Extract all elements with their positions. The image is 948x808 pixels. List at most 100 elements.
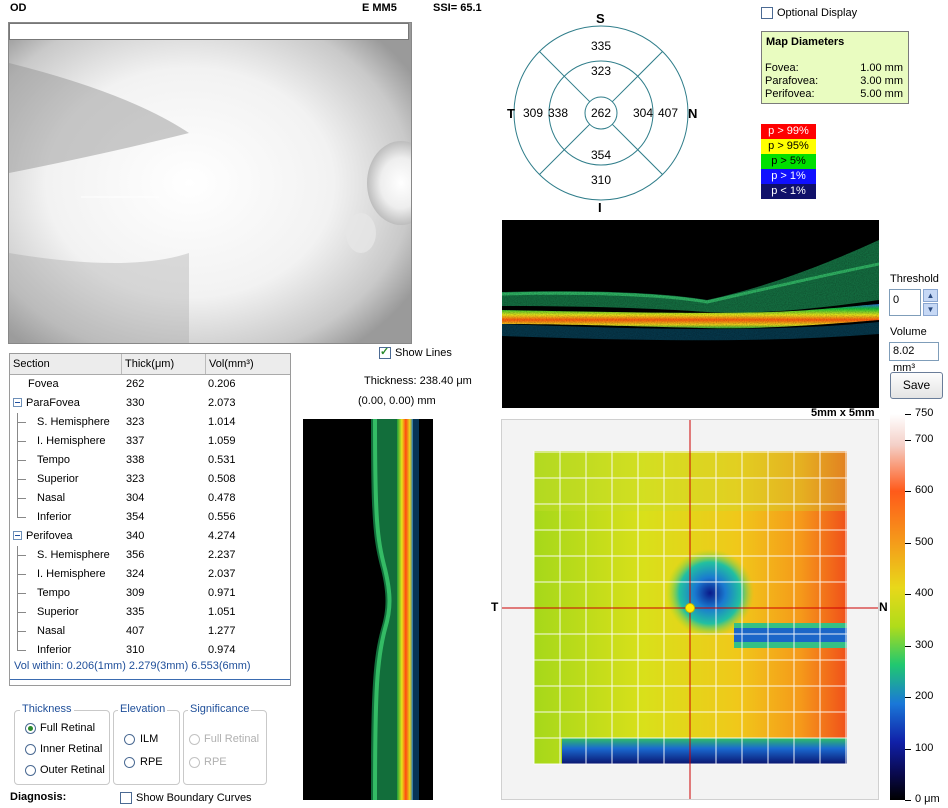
scale-tick bbox=[905, 542, 911, 544]
vertical-bscan-image[interactable] bbox=[303, 419, 433, 800]
row-section: Superior bbox=[37, 606, 79, 618]
optional-display-label: Optional Display bbox=[777, 7, 858, 19]
row-section: S. Hemisphere bbox=[37, 416, 110, 428]
row-thickness: 304 bbox=[126, 492, 145, 504]
table-row[interactable]: Perifovea 340 4.274 bbox=[10, 527, 290, 546]
etdrs-inner-nasal: 304 bbox=[633, 106, 654, 120]
threshold-spinner[interactable]: ▲ ▼ bbox=[923, 289, 938, 316]
etdrs-label-t: T bbox=[507, 106, 515, 121]
thickness-table[interactable]: Section Thick(μm) Vol(mm³) Fovea 262 0.206… bbox=[9, 353, 291, 686]
volume-field: 8.02 mm³ bbox=[889, 342, 939, 374]
fundus-image[interactable] bbox=[8, 22, 412, 344]
perifovea-value: 5.00 mm bbox=[860, 88, 903, 100]
map-nasal-label: N bbox=[879, 600, 888, 614]
col-thickness[interactable]: Thick(μm) bbox=[122, 354, 206, 374]
row-section: I. Hemisphere bbox=[37, 568, 106, 580]
table-row[interactable]: Tempo 309 0.971 bbox=[10, 584, 290, 603]
table-row[interactable]: Superior 335 1.051 bbox=[10, 603, 290, 622]
row-thickness: 309 bbox=[126, 587, 145, 599]
thickness-map[interactable] bbox=[501, 419, 879, 800]
table-row[interactable]: I. Hemisphere 337 1.059 bbox=[10, 432, 290, 451]
row-section: Perifovea bbox=[26, 530, 73, 542]
show-lines-label: Show Lines bbox=[395, 347, 452, 359]
coordinate-readout: (0.00, 0.00) mm bbox=[358, 395, 436, 407]
full-retinal-radio[interactable] bbox=[25, 723, 36, 734]
table-row[interactable]: Inferior 310 0.974 bbox=[10, 641, 290, 660]
fundus-title-bar bbox=[9, 23, 409, 40]
outer-retinal-radio[interactable] bbox=[25, 765, 36, 776]
legend-swatch: p > 5% bbox=[761, 154, 816, 169]
table-row[interactable]: I. Hemisphere 324 2.037 bbox=[10, 565, 290, 584]
etdrs-outer-temporal: 309 bbox=[523, 106, 544, 120]
map-temporal-label: T bbox=[491, 600, 499, 614]
etdrs-outer-inferior: 310 bbox=[591, 173, 612, 187]
col-volume[interactable]: Vol(mm³) bbox=[206, 354, 290, 374]
eye-label: OD bbox=[10, 2, 27, 14]
row-section: Superior bbox=[37, 473, 79, 485]
row-volume: 0.478 bbox=[208, 492, 236, 504]
scale-tick-label: 700 bbox=[915, 432, 934, 445]
threshold-input[interactable]: 0 bbox=[889, 289, 921, 316]
etdrs-outer-nasal: 407 bbox=[658, 106, 679, 120]
spin-up-icon[interactable]: ▲ bbox=[923, 289, 938, 302]
table-row[interactable]: ParaFovea 330 2.073 bbox=[10, 394, 290, 413]
scale-tick bbox=[905, 800, 911, 801]
etdrs-center: 262 bbox=[591, 106, 612, 120]
col-section[interactable]: Section bbox=[10, 354, 122, 374]
row-thickness: 323 bbox=[126, 473, 145, 485]
row-volume: 1.051 bbox=[208, 606, 236, 618]
parafovea-value: 3.00 mm bbox=[860, 75, 903, 87]
table-row[interactable]: S. Hemisphere 323 1.014 bbox=[10, 413, 290, 432]
row-thickness: 356 bbox=[126, 549, 145, 561]
row-section: Nasal bbox=[37, 492, 66, 504]
significance-group: Significance bbox=[183, 703, 267, 785]
etdrs-label-i: I bbox=[598, 200, 602, 215]
scale-tick-label: 400 bbox=[915, 587, 934, 600]
show-boundary-checkbox[interactable] bbox=[120, 792, 132, 804]
tree-branch bbox=[18, 555, 26, 556]
row-thickness: 340 bbox=[126, 530, 145, 542]
rpe-label: RPE bbox=[140, 756, 163, 768]
scale-tick bbox=[905, 594, 911, 596]
optional-display-checkbox[interactable] bbox=[761, 7, 773, 19]
table-row[interactable]: Nasal 407 1.277 bbox=[10, 622, 290, 641]
map-size-label: 5mm x 5mm bbox=[811, 407, 875, 419]
tree-branch bbox=[18, 498, 26, 499]
sig-rpe-radio[interactable] bbox=[189, 757, 200, 768]
collapse-icon[interactable] bbox=[13, 398, 22, 407]
ilm-radio[interactable] bbox=[124, 734, 135, 745]
scale-tick-label: 500 bbox=[915, 535, 934, 548]
sig-full-retinal-radio[interactable] bbox=[189, 734, 200, 745]
row-section: Inferior bbox=[37, 511, 72, 523]
table-row[interactable]: Nasal 304 0.478 bbox=[10, 489, 290, 508]
vol-within-text: Vol within: 0.206(1mm) 2.279(3mm) 6.553(… bbox=[14, 660, 251, 672]
show-lines-checkbox[interactable] bbox=[379, 345, 391, 359]
inner-retinal-radio[interactable] bbox=[25, 744, 36, 755]
scale-tick bbox=[905, 439, 911, 441]
row-section: ParaFovea bbox=[26, 397, 80, 409]
legend-swatch: p > 1% bbox=[761, 169, 816, 184]
horizontal-bscan-image[interactable] bbox=[502, 220, 879, 408]
scale-tick bbox=[905, 414, 911, 415]
sig-full-retinal-label: Full Retinal bbox=[204, 733, 260, 745]
row-section: Nasal bbox=[37, 625, 66, 637]
map-diameter-fovea: Fovea: 1.00 mm bbox=[765, 62, 903, 74]
table-row[interactable]: S. Hemisphere 356 2.237 bbox=[10, 546, 290, 565]
rpe-radio[interactable] bbox=[124, 757, 135, 768]
row-section: Inferior bbox=[37, 644, 72, 656]
table-row[interactable]: Superior 323 0.508 bbox=[10, 470, 290, 489]
table-row[interactable]: Inferior 354 0.556 bbox=[10, 508, 290, 527]
scale-tick-label: 0 μm bbox=[915, 793, 940, 805]
diagnosis-label: Diagnosis: bbox=[10, 791, 67, 803]
collapse-icon[interactable] bbox=[13, 531, 22, 540]
table-row[interactable]: Fovea 262 0.206 bbox=[10, 375, 290, 394]
thickness-group-title: Thickness bbox=[20, 703, 74, 715]
spin-down-icon[interactable]: ▼ bbox=[923, 303, 938, 316]
scale-tick bbox=[905, 645, 911, 647]
perifovea-label: Perifovea: bbox=[765, 88, 815, 100]
legend-swatch: p > 99% bbox=[761, 124, 816, 139]
etdrs-inner-temporal: 338 bbox=[548, 106, 569, 120]
table-row[interactable]: Tempo 338 0.531 bbox=[10, 451, 290, 470]
save-button[interactable]: Save bbox=[890, 372, 943, 399]
row-volume: 2.037 bbox=[208, 568, 236, 580]
